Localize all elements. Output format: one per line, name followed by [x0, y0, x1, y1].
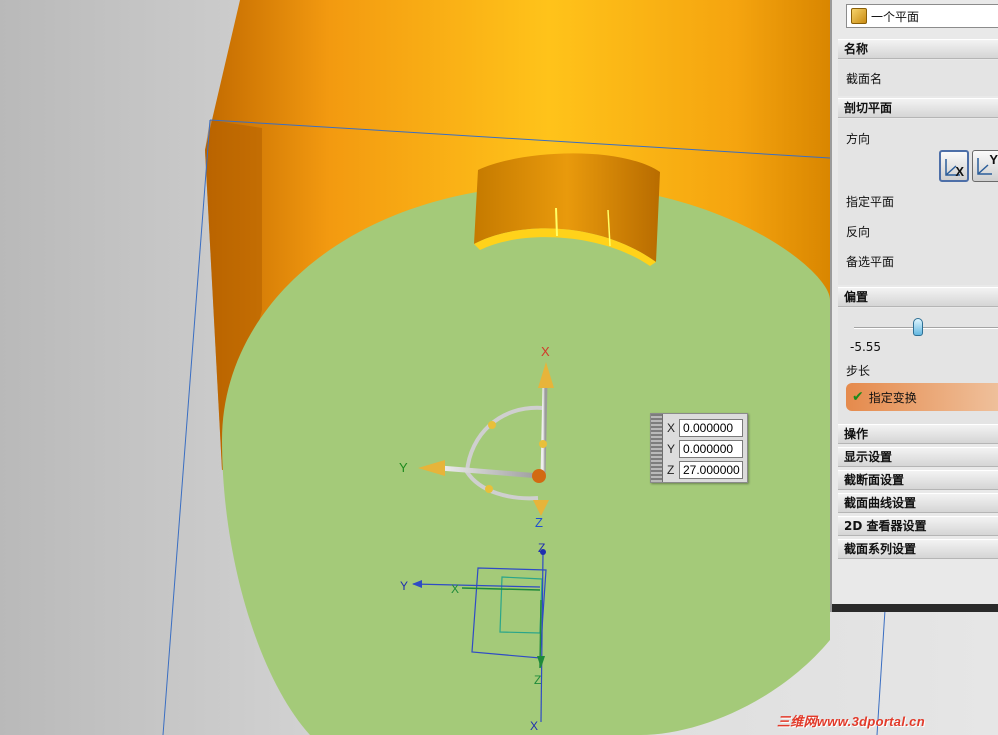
offset-value: -5.55: [850, 340, 882, 354]
direction-y-letter: Y: [989, 152, 998, 167]
operation-section-header[interactable]: 操作: [838, 424, 998, 444]
site-watermark: 三维网www.3dportal.cn: [777, 714, 925, 729]
wcs-y-label: Y: [400, 579, 408, 593]
drag-grip-handle[interactable]: [651, 414, 663, 482]
wcs-x-green-label: X: [451, 582, 459, 596]
cut-highlight-1: [555, 207, 558, 237]
triad-x-label: X: [541, 344, 550, 359]
specify-transform-button[interactable]: ✔ 指定变换: [846, 383, 998, 411]
rotate-handle-1[interactable]: [488, 421, 496, 429]
triad-y-label: Y: [399, 460, 408, 475]
name-section-header[interactable]: 名称: [838, 39, 998, 59]
coord-z-label: Z: [667, 462, 675, 477]
direction-x-letter: X: [955, 164, 964, 179]
section-type-value: 一个平面: [871, 9, 920, 24]
specify-plane-label[interactable]: 指定平面: [846, 193, 894, 210]
alternate-plane-label[interactable]: 备选平面: [846, 253, 894, 270]
offset-section-header[interactable]: 偏置: [838, 287, 998, 307]
rotate-handle-2[interactable]: [539, 440, 547, 448]
display-settings-header[interactable]: 显示设置: [838, 447, 998, 467]
section-name-label: 截面名: [846, 72, 883, 86]
section-face-settings-header[interactable]: 截断面设置: [838, 470, 998, 490]
plane-type-icon: [851, 8, 867, 24]
reverse-label[interactable]: 反向: [846, 223, 870, 240]
rotate-handle-3[interactable]: [485, 485, 493, 493]
wcs-z-top-label: Z: [538, 541, 545, 555]
offset-slider-thumb[interactable]: [913, 318, 923, 336]
section-curve-settings-header[interactable]: 截面曲线设置: [838, 493, 998, 513]
step-label: 步长: [846, 364, 871, 378]
view-section-dialog: 一个平面 名称 截面名 剖切平面 方向 X Y 指定平面 反向 备选平面 偏置 …: [830, 0, 998, 612]
coord-z-row: Z 27.000000: [667, 460, 743, 479]
specify-transform-label: 指定变换: [868, 390, 917, 405]
direction-x-button[interactable]: X: [939, 150, 969, 182]
check-icon: ✔: [852, 389, 864, 405]
x-axis-shaft[interactable]: [540, 384, 548, 477]
cut-plane-section-header[interactable]: 剖切平面: [838, 98, 998, 118]
origin-handle[interactable]: [532, 469, 546, 483]
section-type-select[interactable]: 一个平面: [846, 4, 998, 28]
wcs-x-bottom-label: X: [530, 719, 538, 733]
coord-z-input[interactable]: 27.000000: [679, 460, 743, 479]
coord-x-input[interactable]: 0.000000: [679, 418, 743, 437]
viewer-2d-settings-header[interactable]: 2D 查看器设置: [838, 516, 998, 536]
panel-bottom-bar: [832, 604, 998, 612]
wcs-z-bottom-label: Z: [534, 673, 541, 687]
direction-y-button[interactable]: Y: [972, 150, 998, 182]
coordinate-input-box[interactable]: X 0.000000 Y 0.000000 Z 27.000000: [650, 413, 748, 483]
coord-x-row: X 0.000000: [667, 418, 743, 437]
coord-y-input[interactable]: 0.000000: [679, 439, 743, 458]
coord-x-label: X: [667, 420, 676, 435]
direction-label: 方向: [846, 132, 871, 146]
section-family-settings-header[interactable]: 截面系列设置: [838, 539, 998, 559]
triad-z-label: Z: [535, 515, 543, 530]
coord-y-row: Y 0.000000: [667, 439, 743, 458]
offset-slider-track[interactable]: [854, 327, 998, 329]
coord-y-label: Y: [667, 441, 676, 456]
